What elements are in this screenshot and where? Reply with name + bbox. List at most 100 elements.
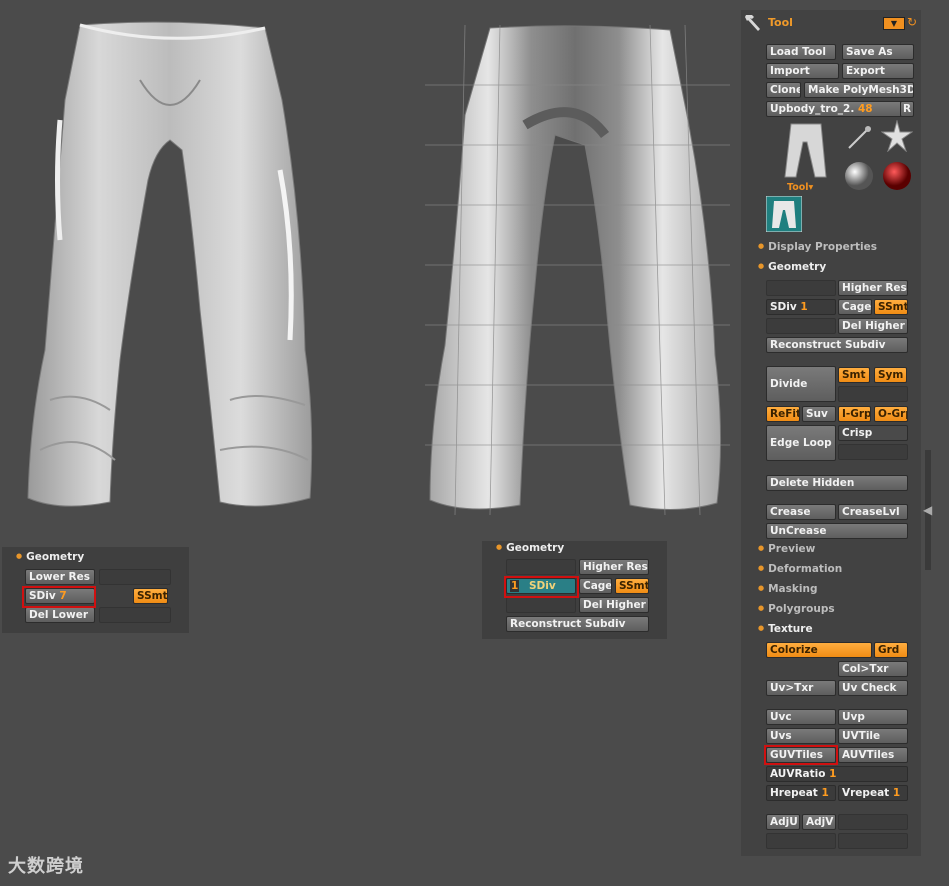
pants-tool-thumbnail[interactable] — [781, 122, 831, 182]
uvs-button[interactable]: Uvs — [766, 728, 836, 744]
import-button[interactable]: Import — [766, 63, 839, 79]
uvtile-button[interactable]: UVTile — [838, 728, 908, 744]
colorize-button[interactable]: Colorize — [766, 642, 872, 658]
lower-res-button[interactable]: Lower Res — [25, 569, 95, 585]
delete-hidden-button[interactable]: Delete Hidden — [766, 475, 908, 491]
sdiv-highlight-left — [22, 586, 96, 608]
del-higher-button[interactable]: Del Higher — [579, 597, 649, 613]
disabled-slot — [838, 814, 908, 830]
higher-res-button[interactable]: Higher Res — [838, 280, 908, 296]
refit-button[interactable]: ReFit — [766, 406, 800, 422]
uv-check-button[interactable]: Uv Check — [838, 680, 908, 696]
o-grp-button[interactable]: O-Grp — [874, 406, 908, 422]
hrepeat-slider[interactable]: Hrepeat 1 — [766, 785, 836, 801]
watermark-logo: 大数跨境 — [8, 852, 84, 878]
crease-button[interactable]: Crease — [766, 504, 836, 520]
smt-button[interactable]: Smt — [838, 367, 870, 383]
reconstruct-subdiv-button[interactable]: Reconstruct Subdiv — [506, 616, 649, 632]
edge-loop-button[interactable]: Edge Loop — [766, 425, 836, 461]
tool-thumb-label[interactable]: Tool▾ — [787, 182, 813, 193]
display-properties-section[interactable]: Display Properties — [758, 241, 877, 253]
current-tool-slider[interactable]: Upbody_tro_2. 48 — [766, 101, 902, 117]
ssmt-button[interactable]: SSmt — [615, 578, 649, 594]
ssmt-button[interactable]: SSmt — [133, 588, 168, 604]
tool-panel: Tool ▼ ↻ Load Tool Save As Import Export… — [741, 10, 921, 856]
tool-title[interactable]: Tool — [768, 16, 793, 29]
load-tool-button[interactable]: Load Tool — [766, 44, 836, 60]
material-sphere-icon[interactable] — [881, 160, 913, 192]
lowpoly-pants-mesh — [425, 25, 730, 515]
grd-button[interactable]: Grd — [874, 642, 908, 658]
current-tool-count: 48 — [858, 103, 873, 115]
disabled-slot — [838, 833, 908, 849]
crisp-button[interactable]: Crisp — [838, 425, 908, 441]
sym-button[interactable]: Sym — [874, 367, 907, 383]
empty-slot — [506, 559, 576, 575]
subtool-thumbnail-icon[interactable] — [766, 196, 802, 232]
geometry-section[interactable]: Geometry — [758, 261, 826, 273]
vrepeat-label: Vrepeat — [842, 787, 890, 799]
cage-button[interactable]: Cage — [838, 299, 872, 315]
uvc-button[interactable]: Uvc — [766, 709, 836, 725]
palette-geometry-header[interactable]: Geometry — [496, 542, 564, 554]
hrepeat-value: 1 — [821, 787, 829, 799]
clone-button[interactable]: Clone — [766, 82, 801, 98]
higher-res-button[interactable]: Higher Res — [579, 559, 649, 575]
r-button[interactable]: R — [900, 101, 914, 117]
adjv-button[interactable]: AdjV — [802, 814, 836, 830]
reconstruct-subdiv-button[interactable]: Reconstruct Subdiv — [766, 337, 908, 353]
collapse-arrow-icon[interactable]: ◀ — [923, 503, 932, 517]
empty-slot — [506, 597, 576, 613]
sdiv-highlight-right — [504, 576, 579, 598]
sdiv-value: 1 — [800, 301, 808, 313]
masking-section[interactable]: Masking — [758, 583, 817, 595]
watermark-text: 大数跨境 — [8, 856, 84, 877]
panel-collapse-icon[interactable]: ▼ — [883, 17, 905, 30]
uvp-button[interactable]: Uvp — [838, 709, 908, 725]
del-lower-button[interactable]: Del Lower — [25, 607, 95, 623]
palette-geometry-header[interactable]: Geometry — [16, 551, 84, 563]
empty-slot — [99, 607, 171, 623]
texture-section[interactable]: Texture — [758, 623, 812, 635]
auvratio-value: 1 — [829, 768, 837, 780]
star-primitive-icon[interactable] — [881, 120, 913, 152]
vrepeat-value: 1 — [892, 787, 901, 799]
guvtiles-highlight — [764, 745, 838, 765]
ssmt-button[interactable]: SSmt — [874, 299, 908, 315]
disabled-slot — [838, 444, 908, 460]
auvratio-label: AUVRatio — [770, 768, 826, 780]
refresh-icon[interactable]: ↻ — [907, 15, 917, 29]
tool-thumb-text: Tool — [787, 182, 809, 193]
disabled-slot — [838, 386, 908, 402]
empty-slot — [99, 569, 171, 585]
auvtiles-button[interactable]: AUVTiles — [838, 747, 908, 763]
suv-button[interactable]: Suv — [802, 406, 836, 422]
disabled-slot — [766, 833, 836, 849]
smooth-pants-mesh — [27, 21, 313, 507]
del-higher-button[interactable]: Del Higher — [838, 318, 908, 334]
export-button[interactable]: Export — [842, 63, 914, 79]
cage-button[interactable]: Cage — [579, 578, 612, 594]
adju-button[interactable]: AdjU — [766, 814, 800, 830]
current-tool-name: Upbody_tro_2. — [770, 103, 855, 115]
del-lower-disabled — [766, 318, 836, 334]
deformation-section[interactable]: Deformation — [758, 563, 842, 575]
creaselvl-slider[interactable]: CreaseLvl — [838, 504, 908, 520]
polygroups-section[interactable]: Polygroups — [758, 603, 835, 615]
simple-brush-icon[interactable] — [845, 122, 875, 152]
col-txr-button[interactable]: Col>Txr — [838, 661, 908, 677]
auvratio-slider[interactable]: AUVRatio 1 — [766, 766, 908, 782]
hammer-icon — [745, 15, 760, 31]
sdiv-slider[interactable]: SDiv 1 — [766, 299, 836, 315]
preview-section[interactable]: Preview — [758, 543, 815, 555]
sphere-primitive-icon[interactable] — [843, 160, 875, 192]
uv-txr-button[interactable]: Uv>Txr — [766, 680, 836, 696]
save-as-button[interactable]: Save As — [842, 44, 914, 60]
divide-button[interactable]: Divide — [766, 366, 836, 402]
hrepeat-label: Hrepeat — [770, 787, 818, 799]
i-grp-button[interactable]: I-Grp — [838, 406, 871, 422]
viewport-canvas[interactable]: Geometry Lower Res SDiv 7 SSmt Del Lower… — [0, 0, 740, 886]
uncrease-button[interactable]: UnCrease — [766, 523, 908, 539]
make-polymesh3d-button[interactable]: Make PolyMesh3D — [804, 82, 914, 98]
vrepeat-slider[interactable]: Vrepeat 1 — [838, 785, 908, 801]
